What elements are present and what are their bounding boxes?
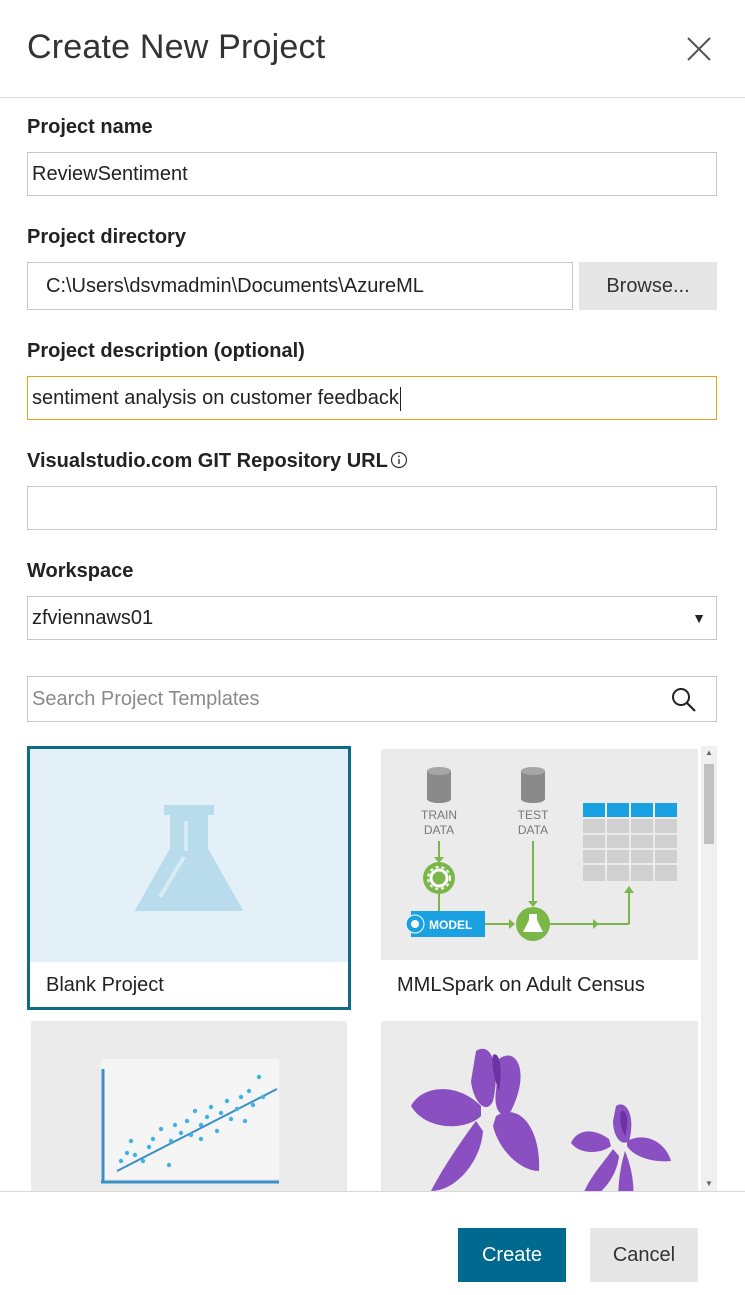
- test-data-label-1: TEST: [518, 808, 549, 822]
- template-thumbnail: [30, 749, 348, 962]
- database-icon: [521, 767, 545, 803]
- database-icon: [427, 767, 451, 803]
- project-description-value: sentiment analysis on customer feedback: [32, 387, 399, 409]
- template-tile-iris[interactable]: [381, 1021, 698, 1191]
- browse-button[interactable]: Browse...: [579, 262, 717, 310]
- project-name-value: ReviewSentiment: [32, 163, 188, 185]
- template-search-input[interactable]: Search Project Templates: [27, 676, 717, 722]
- info-icon[interactable]: [390, 451, 408, 469]
- workspace-label: Workspace: [27, 560, 134, 582]
- pipeline-diagram: TRAIN DATA TEST DATA MODEL: [405, 767, 677, 941]
- flask-icon: [134, 805, 244, 911]
- model-label: MODEL: [429, 918, 472, 932]
- git-url-input[interactable]: [27, 486, 717, 530]
- project-directory-label: Project directory: [27, 226, 186, 248]
- workspace-select[interactable]: zfviennaws01 ▼: [27, 596, 717, 640]
- git-url-label-text: Visualstudio.com GIT Repository URL: [27, 450, 388, 472]
- scatter-plot-thumbnail: [101, 1059, 279, 1184]
- template-search-placeholder: Search Project Templates: [32, 688, 260, 710]
- project-directory-input[interactable]: C:\Users\dsvmadmin\Documents\AzureML: [27, 262, 573, 310]
- project-name-input[interactable]: ReviewSentiment: [27, 152, 717, 196]
- dialog-header: Create New Project: [0, 0, 745, 98]
- dropdown-arrow-icon: ▼: [692, 610, 706, 626]
- create-button[interactable]: Create: [458, 1228, 566, 1282]
- template-thumbnail: TRAIN DATA TEST DATA MODEL: [381, 749, 698, 960]
- project-directory-value: C:\Users\dsvmadmin\Documents\AzureML: [46, 275, 424, 297]
- project-description-label: Project description (optional): [27, 340, 305, 362]
- scroll-down-arrow-icon[interactable]: ▼: [701, 1177, 717, 1191]
- iris-flower-thumbnail: [411, 1048, 671, 1191]
- project-description-input[interactable]: sentiment analysis on customer feedback: [27, 376, 717, 420]
- scroll-up-arrow-icon[interactable]: ▲: [701, 746, 717, 760]
- train-data-label-1: TRAIN: [421, 808, 457, 822]
- dialog-title: Create New Project: [27, 28, 326, 66]
- workspace-selected-value: zfviennaws01: [32, 607, 154, 629]
- project-name-label: Project name: [27, 116, 153, 138]
- search-icon[interactable]: [670, 686, 698, 714]
- template-tile-regression[interactable]: [31, 1021, 347, 1191]
- template-scrollbar[interactable]: ▲ ▼: [701, 746, 717, 1191]
- text-caret: [399, 386, 401, 411]
- table-grid-icon: [583, 803, 677, 881]
- dialog-footer: Create Cancel: [0, 1191, 745, 1295]
- template-gallery: Blank Project TRAIN DATA TEST DATA MODEL…: [27, 746, 717, 1191]
- template-tile-mmlspark-adult-census[interactable]: TRAIN DATA TEST DATA MODEL MMLSpark on A…: [381, 749, 698, 1007]
- template-label: MMLSpark on Adult Census: [397, 974, 645, 996]
- template-label: Blank Project: [46, 974, 164, 996]
- train-data-label-2: DATA: [424, 823, 454, 837]
- template-tile-blank-project[interactable]: Blank Project: [27, 746, 351, 1010]
- scroll-thumb[interactable]: [704, 764, 714, 844]
- git-url-label: Visualstudio.com GIT Repository URL: [27, 450, 408, 473]
- cancel-button[interactable]: Cancel: [590, 1228, 698, 1282]
- close-icon[interactable]: [683, 33, 715, 65]
- test-data-label-2: DATA: [518, 823, 548, 837]
